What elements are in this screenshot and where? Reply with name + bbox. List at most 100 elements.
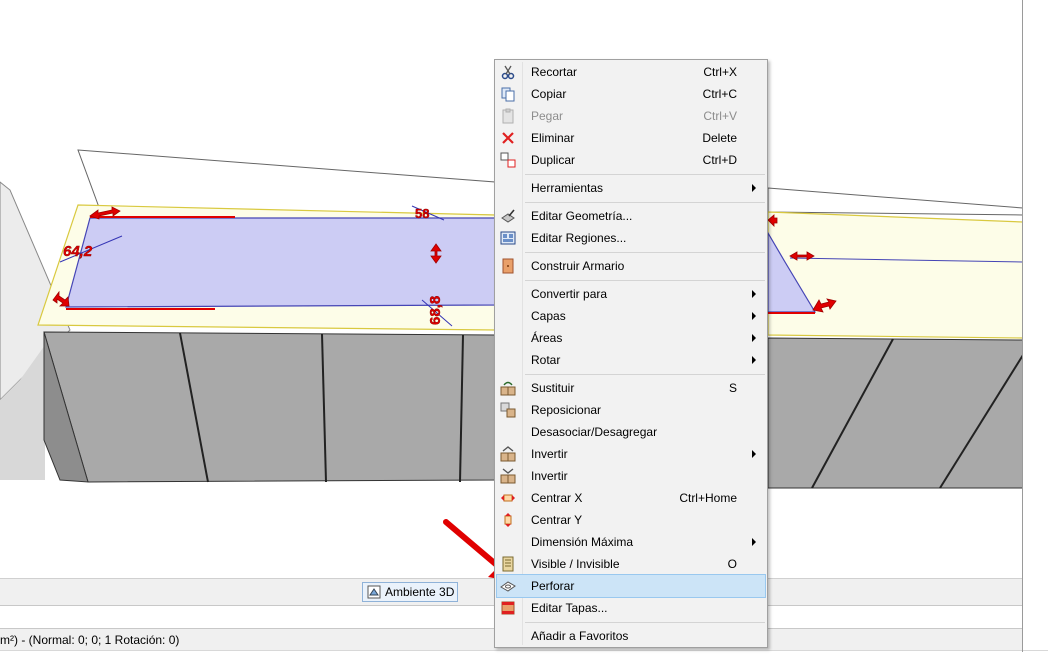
menu-item-copiar[interactable]: Copiar Ctrl+C [497, 83, 765, 105]
menu-separator [525, 622, 765, 623]
menu-item-invertir[interactable]: Invertir [497, 465, 765, 487]
menu-item-construir-armario[interactable]: Construir Armario [497, 255, 765, 277]
menu-item-pegar[interactable]: Pegar Ctrl+V [497, 105, 765, 127]
menu-separator [525, 280, 765, 281]
menu-item-editar-regiones[interactable]: Editar Regiones... [497, 227, 765, 249]
dimension-label-top: 58 [415, 206, 429, 221]
menu-item-label: Pegar [531, 109, 564, 123]
menu-item-label: Invertir [531, 469, 568, 483]
menu-item-label: Rotar [531, 353, 561, 367]
menu-item-label: Centrar X [531, 491, 583, 505]
menu-item-desasociar[interactable]: Desasociar/Desagregar [497, 421, 765, 443]
back-wall [77, 149, 496, 216]
menu-item-centrar-x[interactable]: Centrar X Ctrl+Home [497, 487, 765, 509]
menu-item-anadir-favoritos[interactable]: Añadir a Favoritos [497, 625, 765, 647]
menu-item-label: Reposicionar [531, 403, 602, 417]
menu-separator [525, 202, 765, 203]
menu-item-label: Visible / Invisible [531, 557, 620, 571]
submenu-arrow-icon [752, 450, 756, 458]
delete-x-icon [500, 130, 516, 146]
menu-item-capas[interactable]: Capas [497, 305, 765, 327]
submenu-arrow-icon [752, 290, 756, 298]
edit-caps-icon [500, 600, 516, 616]
submenu-arrow-icon [752, 356, 756, 364]
menu-item-reposicionar[interactable]: Reposicionar [497, 399, 765, 421]
tab-ambiente-3d[interactable]: Ambiente 3D [362, 582, 458, 602]
submenu-arrow-icon [752, 184, 756, 192]
menu-item-label: Editar Tapas... [531, 601, 608, 615]
menu-item-label: Convertir para [531, 287, 608, 301]
context-menu: Recortar Ctrl+X Copiar Ctrl+C Pegar Ctrl… [494, 59, 768, 648]
menu-item-label: Añadir a Favoritos [531, 629, 629, 643]
selected-surface [65, 217, 496, 308]
menu-item-shortcut: O [727, 557, 737, 571]
bottom-strip [0, 650, 1048, 672]
perforate-icon [500, 578, 516, 594]
visibility-icon [500, 556, 516, 572]
copy-icon [500, 86, 516, 102]
substitute-icon [500, 380, 516, 396]
status-text: m²) - (Normal: 0; 0; 1 Rotación: 0) [0, 633, 180, 647]
menu-item-label: Capas [531, 309, 566, 323]
edit-geometry-icon [500, 208, 516, 224]
dimension-label-depth: 68,8 [427, 296, 444, 325]
countertop-right [767, 211, 1023, 339]
cabinets-left [43, 331, 496, 483]
menu-item-label: Sustituir [531, 381, 575, 395]
menu-item-rotar[interactable]: Rotar [497, 349, 765, 371]
menu-item-perforar[interactable]: Perforar [496, 574, 766, 598]
window-border [1022, 0, 1023, 652]
menu-item-label: Construir Armario [531, 259, 625, 273]
menu-item-label: Eliminar [531, 131, 575, 145]
submenu-arrow-icon [752, 538, 756, 546]
scissors-icon [500, 64, 516, 80]
back-wall-right [767, 187, 1023, 216]
cabinets-right [767, 337, 1023, 489]
menu-item-editar-tapas[interactable]: Editar Tapas... [497, 597, 765, 619]
menu-separator [525, 174, 765, 175]
menu-item-editar-geometria[interactable]: Editar Geometría... [497, 205, 765, 227]
menu-item-eliminar[interactable]: Eliminar Delete [497, 127, 765, 149]
tab-label: Ambiente 3D [385, 585, 455, 599]
invert-icon [500, 446, 516, 462]
menu-item-sustituir[interactable]: Sustituir S [497, 377, 765, 399]
menu-item-convertir-para[interactable]: Convertir para [497, 283, 765, 305]
menu-item-shortcut: Ctrl+D [702, 153, 737, 167]
edit-regions-icon [500, 230, 516, 246]
menu-item-label: Copiar [531, 87, 567, 101]
invert-2-icon [500, 468, 516, 484]
menu-item-label: Recortar [531, 65, 578, 79]
menu-item-label: Perforar [531, 579, 575, 593]
menu-item-herramientas[interactable]: Herramientas [497, 177, 765, 199]
menu-item-label: Desasociar/Desagregar [531, 425, 658, 439]
menu-item-label: Duplicar [531, 153, 576, 167]
menu-item-shortcut: Ctrl+V [703, 109, 737, 123]
menu-item-shortcut: Delete [702, 131, 737, 145]
paste-icon [500, 108, 516, 124]
menu-item-recortar[interactable]: Recortar Ctrl+X [497, 61, 765, 83]
menu-item-label: Áreas [531, 331, 563, 345]
menu-item-label: Dimensión Máxima [531, 535, 634, 549]
center-y-icon [500, 512, 516, 528]
menu-item-invertir-submenu[interactable]: Invertir [497, 443, 765, 465]
menu-separator [525, 252, 765, 253]
menu-item-visible-invisible[interactable]: Visible / Invisible O [497, 553, 765, 575]
menu-item-shortcut: S [728, 381, 737, 395]
menu-item-centrar-y[interactable]: Centrar Y [497, 509, 765, 531]
submenu-arrow-icon [752, 312, 756, 320]
dimension-label-width: 64,2 [63, 243, 93, 260]
build-cabinet-icon [500, 258, 516, 274]
menu-separator [525, 374, 765, 375]
ambiente-3d-icon [367, 585, 381, 599]
menu-item-dimension-maxima[interactable]: Dimensión Máxima [497, 531, 765, 553]
menu-item-label: Herramientas [531, 181, 604, 195]
menu-item-shortcut: Ctrl+Home [679, 491, 737, 505]
menu-item-label: Editar Geometría... [531, 209, 633, 223]
menu-item-duplicar[interactable]: Duplicar Ctrl+D [497, 149, 765, 171]
menu-item-label: Editar Regiones... [531, 231, 627, 245]
menu-item-shortcut: Ctrl+X [703, 65, 737, 79]
menu-item-shortcut: Ctrl+C [702, 87, 737, 101]
reposition-icon [500, 402, 516, 418]
duplicate-icon [500, 152, 516, 168]
menu-item-areas[interactable]: Áreas [497, 327, 765, 349]
